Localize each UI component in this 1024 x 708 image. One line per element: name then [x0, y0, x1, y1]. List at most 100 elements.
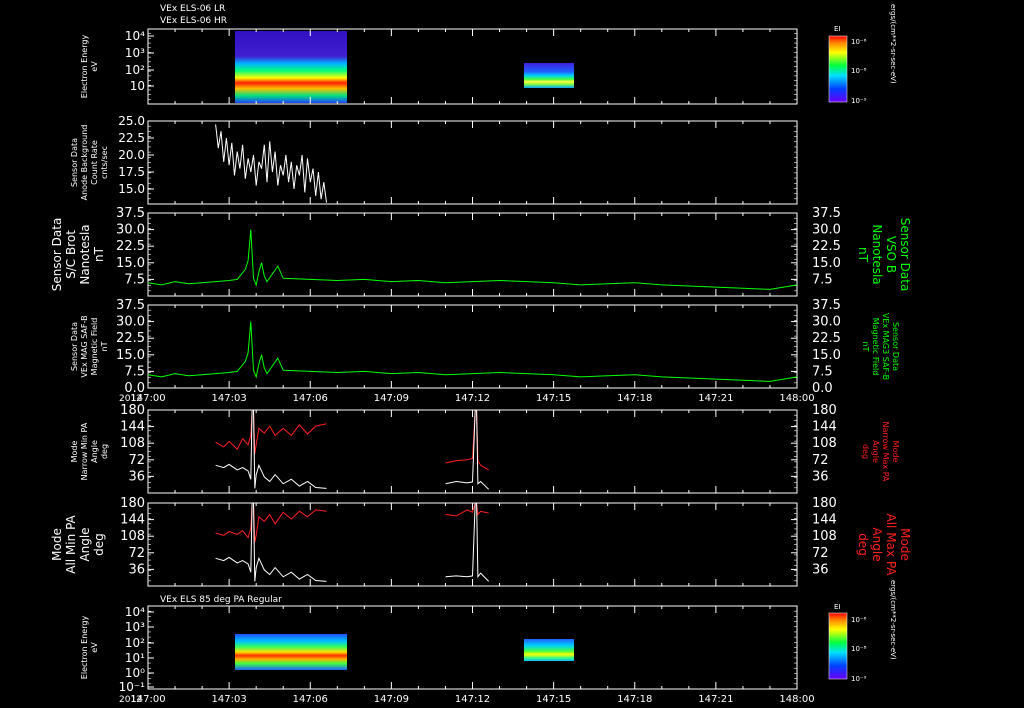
panel-6-ylabel-right-line: deg — [856, 533, 870, 556]
panel-6-ytick-label-right: 72 — [812, 546, 829, 561]
panel-5-ytick-label: 72 — [128, 453, 145, 468]
panel-6-ytick-label: 36 — [128, 562, 145, 577]
panel-3-ytick-label: 7.5 — [124, 272, 145, 287]
header-line-1: VEx ELS-06 LR — [160, 4, 225, 14]
panel-4-ytick-label: 30.0 — [116, 315, 145, 330]
spectrogram-1-block-a — [235, 31, 347, 103]
panel-3-ytick-label-right: 15.0 — [812, 256, 841, 271]
panel-7-ytick-label: 10² — [125, 636, 145, 650]
panel-3-frame — [147, 212, 798, 297]
panel-5-ytick-label-right: 180 — [812, 403, 837, 418]
time-axis-label-mid: 147:09 — [374, 393, 409, 404]
panel-5-ylabel-line: Angle — [90, 440, 99, 463]
panel-5-ytick-label: 108 — [120, 436, 145, 451]
time-axis-label-mid: 147:06 — [293, 393, 328, 404]
panel-5-ytick-label-right: 36 — [812, 469, 829, 484]
panel-5-ylabel-line: deg — [100, 444, 109, 459]
panel-4-ylabel-right-line: Magnetic Field — [871, 318, 880, 376]
panel-7-ytick-label: 10¹ — [125, 651, 145, 665]
panel-2-ytick-label: 20.0 — [118, 148, 145, 162]
panel-4-ytick-label-right: 30.0 — [812, 315, 841, 330]
panel-5-ylabel-right-line: Narrow Max PA — [881, 422, 890, 483]
time-axis-label-bottom: 148:00 — [779, 694, 814, 705]
header-line-2: VEx ELS-06 HR — [160, 16, 227, 26]
panel-2-frame — [147, 120, 798, 205]
panel-7-ylabel-line: eV — [90, 642, 99, 653]
panel-2-ytick-label: 22.5 — [118, 131, 145, 145]
panel-4-ytick-label-right: 15.0 — [812, 348, 841, 363]
panel-3-ytick-label-right: 30.0 — [812, 223, 841, 238]
panel-3-ylabel-line: S/C Brot — [64, 230, 78, 279]
panel-2-ytick-label: 17.5 — [118, 165, 145, 179]
panel-1-ytick-label: 10⁴ — [125, 29, 145, 43]
panel-3-ylabel-line: Sensor Data — [50, 218, 64, 292]
panel-4-frame — [147, 304, 798, 389]
panel-6-ytick-label: 144 — [120, 513, 145, 528]
time-axis-label-bottom: 147:15 — [536, 694, 571, 705]
panel-6-ylabel-line: Angle — [78, 527, 92, 561]
panel-6-series-0-line — [215, 502, 489, 543]
panel-2-ylabel-line: Sensor Data — [70, 138, 79, 187]
panel-4-ylabel-right-line: nT — [861, 342, 870, 352]
panel-2-series-0-line — [215, 124, 327, 203]
panel-3-ylabel-line: nT — [92, 246, 106, 262]
panel-1-ytick-label: 10³ — [125, 46, 145, 60]
panel-3-ytick-label: 37.5 — [116, 206, 145, 221]
panel-5-ytick-label-right: 144 — [812, 420, 837, 435]
panel-7-ylabel-line: Electron Energy — [80, 616, 89, 680]
panel-4-ytick-label-right: 0.0 — [812, 381, 833, 396]
panel-2-ylabel-line: cnts/sec — [100, 146, 109, 179]
colorbar-top — [828, 35, 848, 103]
colorbar-top-tick-2: 10⁻⁹ — [851, 97, 867, 105]
panel-5-series-1-line — [215, 409, 490, 490]
panel-6-ylabel-right-line: Mode — [898, 528, 912, 561]
panel-7-ytick-label: 10³ — [125, 620, 145, 634]
colorbar-top-title: EI — [834, 25, 841, 33]
panel-4-ylabel-right-line: Sensor Data — [891, 322, 900, 371]
panel-6-ylabel-right-line: Angle — [870, 527, 884, 561]
panel-4-ytick-label: 15.0 — [116, 348, 145, 363]
panel-6-ytick-label-right: 108 — [812, 529, 837, 544]
panel-7-title: VEx ELS 85 deg PA Regular — [160, 595, 282, 605]
panel-5-ylabel-line: Narrow Min PA — [80, 422, 89, 480]
time-axis-label-mid: 147:15 — [536, 393, 571, 404]
panel-1-ytick-label: 10 — [130, 79, 145, 93]
panel-5-ylabel-right-line: deg — [861, 444, 870, 459]
time-axis-label-bottom: 147:03 — [212, 694, 247, 705]
panel-3-ytick-label-right: 22.5 — [812, 239, 841, 254]
panel-4-ylabel-line: VEx MAG SAF-B — [80, 315, 89, 377]
colorbar-bottom-tick-1: 10⁻⁸ — [851, 645, 867, 653]
time-axis-label-bottom: 147:21 — [698, 694, 733, 705]
panel-7-ytick-label: 10⁻¹ — [119, 680, 146, 694]
panel-5-series-0-line — [215, 409, 489, 471]
panel-4-ylabel-right-line: VEx MAG3 SAF-B — [881, 313, 890, 380]
time-axis-label-mid: 147:21 — [698, 393, 733, 404]
panel-3-ytick-label-right: 7.5 — [812, 272, 833, 287]
panel-4-ytick-label-right: 37.5 — [812, 298, 841, 313]
panel-3-ytick-label-right: 37.5 — [812, 206, 841, 221]
time-axis-label-mid: 148:00 — [779, 393, 814, 404]
panel-3-ylabel-right-line: nT — [856, 247, 870, 263]
panel-3-series-0-line — [147, 229, 798, 290]
panel-6-ytick-label-right: 36 — [812, 562, 829, 577]
time-axis-label-bottom: 147:06 — [293, 694, 328, 705]
spectrogram-1-block-b — [524, 63, 574, 88]
panel-4-ylabel-line: nT — [100, 341, 109, 351]
panel-6-ylabel-line: All Min PA — [64, 514, 78, 573]
time-axis-label-mid: 147:18 — [617, 393, 652, 404]
time-axis-label-mid: 147:03 — [212, 393, 247, 404]
panel-3-ytick-label: 15.0 — [116, 256, 145, 271]
colorbar-bottom — [828, 612, 848, 680]
panel-6-ytick-label: 72 — [128, 546, 145, 561]
colorbar-bottom-tick-2: 10⁻⁹ — [851, 675, 867, 683]
panel-6-ytick-label-right: 180 — [812, 496, 837, 511]
panel-6-ytick-label: 180 — [120, 496, 145, 511]
colorbar-bottom-title: EI — [834, 603, 841, 611]
panel-5-ylabel-line: Mode — [70, 441, 79, 463]
panel-4-ytick-label: 7.5 — [124, 364, 145, 379]
panel-4-ytick-label-right: 7.5 — [812, 364, 833, 379]
spectrogram-7-block-a — [235, 634, 347, 670]
panel-2-ytick-label: 25.0 — [118, 114, 145, 128]
time-axis-label-bottom: 147:18 — [617, 694, 652, 705]
time-axis-label-bottom: 147:09 — [374, 694, 409, 705]
